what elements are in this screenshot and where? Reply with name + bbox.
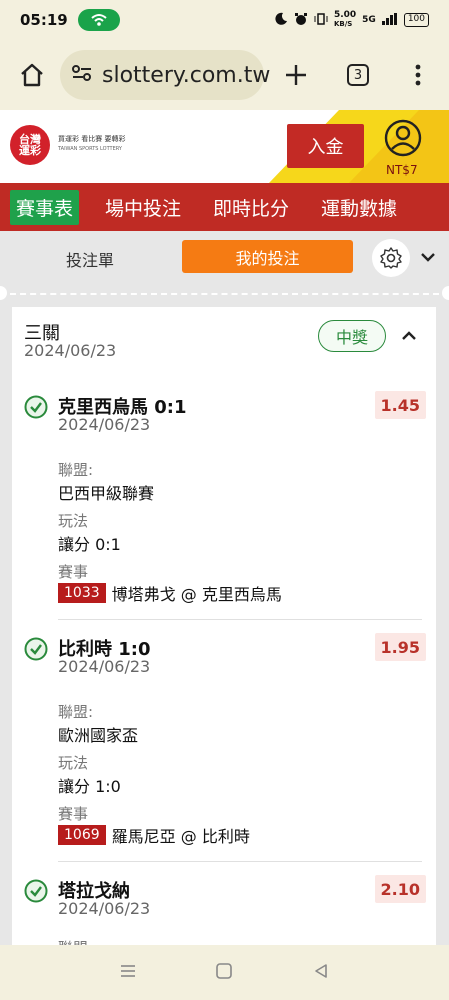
check-circle-icon (24, 395, 48, 423)
home-button[interactable] (12, 55, 52, 95)
alarm-icon (294, 12, 308, 29)
home-icon (21, 63, 43, 87)
deposit-button[interactable]: 入金 (287, 124, 364, 168)
bet-date: 2024/06/23 (24, 341, 117, 360)
tab-bet-slip[interactable]: 投注單 (66, 247, 114, 271)
match-code: 1069 (58, 825, 106, 845)
browser-toolbar: slottery.com.tw 3 (0, 40, 449, 110)
play-label: 玩法 (58, 512, 89, 530)
moon-icon (274, 12, 288, 29)
main-nav: 賽事表 場中投注 即時比分 運動數據 (0, 183, 449, 231)
tab-count: 3 (347, 64, 369, 86)
system-nav-bar (0, 945, 449, 1000)
league-label: 聯盟: (58, 703, 94, 721)
user-icon (384, 119, 422, 157)
site-settings-icon[interactable] (70, 63, 94, 87)
match-code: 1033 (58, 583, 106, 603)
tab-switcher-button[interactable]: 3 (338, 55, 378, 95)
nav-schedule[interactable]: 賽事表 (10, 189, 80, 225)
match-label: 賽事 (58, 563, 89, 581)
settings-button[interactable] (372, 239, 410, 277)
square-icon (216, 962, 233, 979)
site-header: 台灣 運彩 買運彩 看比賽 要轉彩 TAIWAN SPORTS LOTTERY … (0, 110, 449, 183)
match-info[interactable]: 1033 博塔弗戈 @ 克里西烏馬 (58, 581, 282, 605)
play-value: 讓分 1:0 (58, 777, 121, 796)
chevron-down-icon (421, 253, 435, 262)
nav-sports-data[interactable]: 運動數據 (315, 190, 403, 225)
collapse-panel-button[interactable] (418, 247, 438, 271)
logo-tagline-sub: TAIWAN SPORTS LOTTERY (58, 146, 122, 152)
nav-live-betting[interactable]: 場中投注 (99, 190, 187, 225)
match-info[interactable]: 1069 羅馬尼亞 @ 比利時 (58, 823, 250, 847)
nav-live-scores[interactable]: 即時比分 (207, 190, 295, 225)
collapse-bet-button[interactable] (400, 327, 418, 349)
net-speed: 5.00 (333, 10, 357, 20)
address-bar[interactable]: slottery.com.tw (60, 50, 270, 100)
recent-apps-button[interactable] (119, 963, 137, 983)
logo-line2: 運彩 (19, 144, 41, 157)
leg-date: 2024/06/23 (58, 415, 151, 434)
leg-divider (58, 619, 422, 620)
play-label: 玩法 (58, 754, 89, 772)
account-button[interactable] (383, 118, 423, 162)
match-teams: 博塔弗戈 @ 克里西烏馬 (111, 585, 282, 604)
bet-list: 三關 2024/06/23 中獎 克里西烏馬 0:1 2024/06/23 1.… (0, 307, 449, 945)
gear-icon (380, 247, 402, 269)
logo-tagline-text: 買運彩 看比賽 要轉彩 (58, 135, 126, 143)
browser-menu-button[interactable] (398, 55, 438, 95)
menu-icon (121, 964, 136, 977)
logo-tagline: 買運彩 看比賽 要轉彩 TAIWAN SPORTS LOTTERY (58, 134, 125, 152)
leg-divider (58, 861, 422, 862)
balance-amount[interactable]: NT$7 (386, 163, 418, 177)
vibrate-icon (314, 12, 328, 29)
leg-odds: 2.10 (374, 875, 426, 903)
bet-card: 三關 2024/06/23 中獎 克里西烏馬 0:1 2024/06/23 1.… (12, 307, 436, 945)
status-time: 05:19 (20, 11, 68, 29)
chevron-up-icon (402, 331, 416, 340)
site-logo[interactable]: 台灣 運彩 (10, 125, 50, 165)
back-button[interactable] (312, 962, 330, 984)
signal-icon (381, 12, 398, 28)
match-teams: 羅馬尼亞 @ 比利時 (111, 827, 250, 846)
signal-label: 5G (362, 15, 376, 25)
leg-date: 2024/06/23 (58, 899, 151, 918)
url-text: slottery.com.tw (102, 62, 271, 88)
status-bar: 05:19 5.00 KB/S 5G 100 (0, 0, 449, 40)
league-label: 聯盟: (58, 937, 93, 945)
leg-date: 2024/06/23 (58, 657, 151, 676)
tab-my-bets[interactable]: 我的投注 (182, 240, 353, 273)
hotspot-icon (77, 9, 120, 31)
league-label: 聯盟: (58, 461, 94, 479)
leg-odds: 1.95 (374, 633, 426, 661)
back-triangle-icon (315, 963, 327, 978)
check-circle-icon (24, 637, 48, 665)
net-unit: KB/S (333, 20, 353, 28)
home-nav-button[interactable] (215, 962, 233, 984)
more-vertical-icon (415, 64, 421, 86)
new-tab-button[interactable] (276, 55, 316, 95)
league-value: 歐洲國家盃 (58, 726, 139, 745)
plus-icon (286, 65, 306, 85)
ticket-separator (0, 286, 449, 307)
match-label: 賽事 (58, 805, 89, 823)
leg-odds: 1.45 (374, 391, 426, 419)
check-circle-icon (24, 879, 48, 907)
battery-icon: 100 (403, 13, 429, 27)
bet-tabs: 投注單 我的投注 (0, 231, 449, 287)
play-value: 讓分 0:1 (58, 535, 121, 554)
status-badge: 中獎 (318, 320, 386, 352)
league-value: 巴西甲級聯賽 (58, 484, 155, 503)
